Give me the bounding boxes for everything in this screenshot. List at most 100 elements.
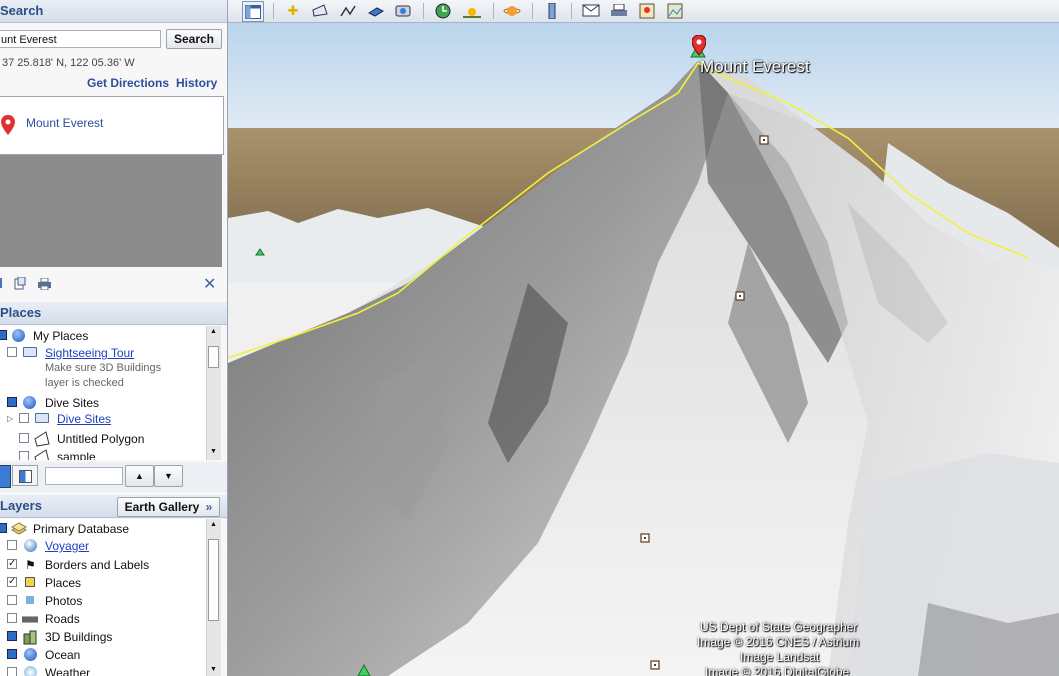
layer-label: Primary Database (33, 522, 130, 536)
copy-icon[interactable] (14, 277, 26, 290)
email-icon[interactable] (0, 278, 2, 288)
layer-checkbox[interactable] (7, 631, 17, 641)
scroll-up-icon[interactable]: ▲ (210, 328, 217, 335)
placemark-pin-icon[interactable] (692, 35, 706, 57)
layers-tree: Primary Database Voyager ⚑ Borders and L… (0, 519, 206, 676)
polygon-checkbox[interactable] (19, 433, 29, 443)
layer-label: 3D Buildings (45, 630, 113, 644)
tree-label: Untitled Polygon (57, 432, 145, 446)
path-tool-icon (340, 5, 356, 16)
folder-icon (23, 347, 37, 357)
layer-checkbox[interactable] (7, 573, 17, 591)
sidebar: Search unt Everest Search 37 25.818' N, … (0, 0, 228, 676)
tree-label-link[interactable]: Dive Sites (57, 410, 111, 428)
get-directions-link[interactable]: Get Directions (87, 76, 169, 90)
imagery-credit: Image © 2016 CNES / Astrium (697, 635, 860, 649)
search-input[interactable]: unt Everest (0, 30, 161, 48)
envelope-icon (582, 4, 600, 17)
places-search-input[interactable] (45, 467, 123, 485)
coordinates-readout: 37 25.818' N, 122 05.36' W (2, 57, 135, 69)
places-scrollbar[interactable]: ▲ ▼ (206, 326, 221, 460)
pushpin-icon: ✚ (287, 2, 299, 18)
clock-icon (435, 3, 451, 18)
search-result-item[interactable]: Mount Everest (26, 116, 103, 130)
layer-label-link[interactable]: Voyager (45, 537, 89, 555)
view-toggle-icon[interactable] (0, 465, 11, 488)
toolbar-separator (273, 3, 274, 19)
flag-icon: ⚑ (25, 558, 36, 572)
sidebar-icon (245, 4, 261, 19)
search-panel-header[interactable]: Search (0, 0, 227, 23)
tree-label: My Places (33, 329, 89, 343)
layer-checkbox[interactable] (0, 523, 7, 533)
polygon-tool-icon (312, 3, 328, 17)
layout-toggle-icon[interactable] (12, 465, 38, 486)
tree-label: sample (57, 450, 96, 460)
down-arrow-icon: ▼ (164, 471, 173, 481)
layers-header-label: Layers (0, 498, 42, 513)
move-down-button[interactable]: ▼ (154, 465, 183, 487)
scroll-down-icon[interactable]: ▼ (210, 448, 217, 455)
layer-checkbox[interactable] (7, 540, 17, 550)
polygon-icon (34, 431, 50, 447)
dive-sites-checkbox[interactable] (7, 397, 17, 407)
image-icon (667, 3, 683, 18)
dive-folder-checkbox[interactable] (19, 413, 29, 423)
placemark-label[interactable]: Mount Everest (700, 57, 810, 77)
save-image-button[interactable] (665, 1, 685, 20)
sun-icon (463, 7, 481, 18)
places-panel-header[interactable]: Places (0, 302, 227, 325)
planet-icon (503, 5, 521, 16)
up-arrow-icon: ▲ (135, 471, 144, 481)
historical-imagery-button[interactable] (433, 1, 453, 20)
search-button[interactable]: Search (166, 29, 222, 49)
sunlight-button[interactable] (462, 1, 482, 20)
layer-label: Places (45, 576, 82, 590)
my-places-checkbox[interactable] (0, 330, 7, 340)
search-results-panel: Mount Everest (0, 96, 224, 155)
print-button[interactable] (609, 1, 629, 20)
sidebar-toggle-button[interactable] (242, 1, 264, 22)
search-results-empty-area (0, 155, 222, 267)
ruler-button[interactable] (542, 1, 562, 20)
toolbar-separator (571, 3, 572, 19)
folder-icon (35, 413, 49, 423)
layer-label: Ocean (45, 648, 81, 662)
layer-checkbox[interactable] (7, 649, 17, 659)
close-icon[interactable]: ✕ (203, 274, 216, 294)
layer-checkbox[interactable] (7, 595, 17, 605)
double-chevron-icon: » (205, 500, 213, 514)
add-placemark-button[interactable]: ✚ (283, 1, 303, 20)
toolbar-separator (493, 3, 494, 19)
layer-checkbox[interactable] (7, 555, 17, 573)
layer-checkbox[interactable] (7, 613, 17, 623)
places-layer-icon (25, 577, 35, 587)
sightseeing-checkbox[interactable] (7, 347, 17, 357)
path-icon (34, 449, 50, 460)
scrollbar-thumb[interactable] (208, 539, 219, 621)
expand-arrow-icon[interactable]: ▷ (7, 410, 13, 428)
scroll-down-icon[interactable]: ▼ (210, 666, 217, 673)
ocean-icon (24, 648, 37, 661)
layer-checkbox[interactable] (7, 667, 17, 676)
map-view[interactable]: Mount Everest US Dept of State Geographe… (228, 23, 1059, 676)
scrollbar-thumb[interactable] (208, 346, 219, 368)
scroll-up-icon[interactable]: ▲ (210, 521, 217, 528)
record-tour-button[interactable] (394, 1, 414, 20)
layers-scrollbar[interactable]: ▲ ▼ (206, 519, 221, 676)
placemark-pin-icon (1, 115, 15, 135)
main-toolbar: ✚ (228, 0, 1059, 23)
switch-planet-button[interactable] (502, 1, 522, 20)
view-in-maps-button[interactable] (637, 1, 657, 20)
add-path-button[interactable] (338, 1, 358, 20)
print-icon[interactable] (37, 278, 52, 290)
image-overlay-button[interactable] (366, 1, 386, 20)
email-button[interactable] (581, 1, 601, 20)
sample-checkbox[interactable] (19, 451, 29, 460)
history-link[interactable]: History (176, 76, 217, 90)
add-polygon-button[interactable] (310, 1, 330, 20)
earth-gallery-button[interactable]: Earth Gallery » (117, 497, 220, 517)
overlay-icon (368, 6, 384, 17)
layer-label: Roads (45, 612, 80, 626)
move-up-button[interactable]: ▲ (125, 465, 154, 487)
